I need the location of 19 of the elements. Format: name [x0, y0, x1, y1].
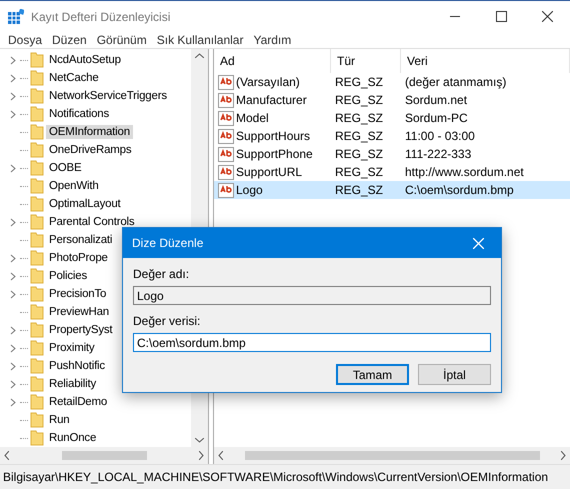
table-cell-text: REG_SZ: [334, 92, 384, 110]
table-cell: REG_SZ: [331, 181, 401, 200]
status-bar: Bilgisayar\HKEY_LOCAL_MACHINE\SOFTWARE\Microsoft\Windows\CurrentVersion\OEMInformation: [0, 464, 570, 489]
field-label: Değer verisi:: [133, 314, 202, 328]
table-cell-text: REG_SZ: [334, 164, 384, 182]
table-cell-text: 11:00 - 03:00: [404, 128, 476, 146]
table-cell-text: REG_SZ: [334, 110, 384, 128]
field-label: Değer adı:: [133, 267, 190, 282]
table-cell-text: 111-222-333: [404, 146, 472, 164]
table-cell-text: REG_SZ: [334, 74, 384, 92]
table-cell-text: Sordum-PC: [404, 110, 469, 128]
dialog-title: Dize Düzenle: [132, 236, 204, 250]
table-cell-text: http://www.sordum.net: [404, 164, 525, 182]
table-cell-text: Sordum.net: [404, 92, 468, 110]
table-cell-text: REG_SZ: [334, 146, 384, 164]
table-cell: C:\oem\sordum.bmp: [401, 181, 570, 200]
table-cell-text: (değer atanmamış): [404, 74, 508, 92]
window-title: Kayıt Defteri Düzenleyicisi: [31, 10, 172, 24]
table-cell-text: REG_SZ: [334, 128, 384, 146]
